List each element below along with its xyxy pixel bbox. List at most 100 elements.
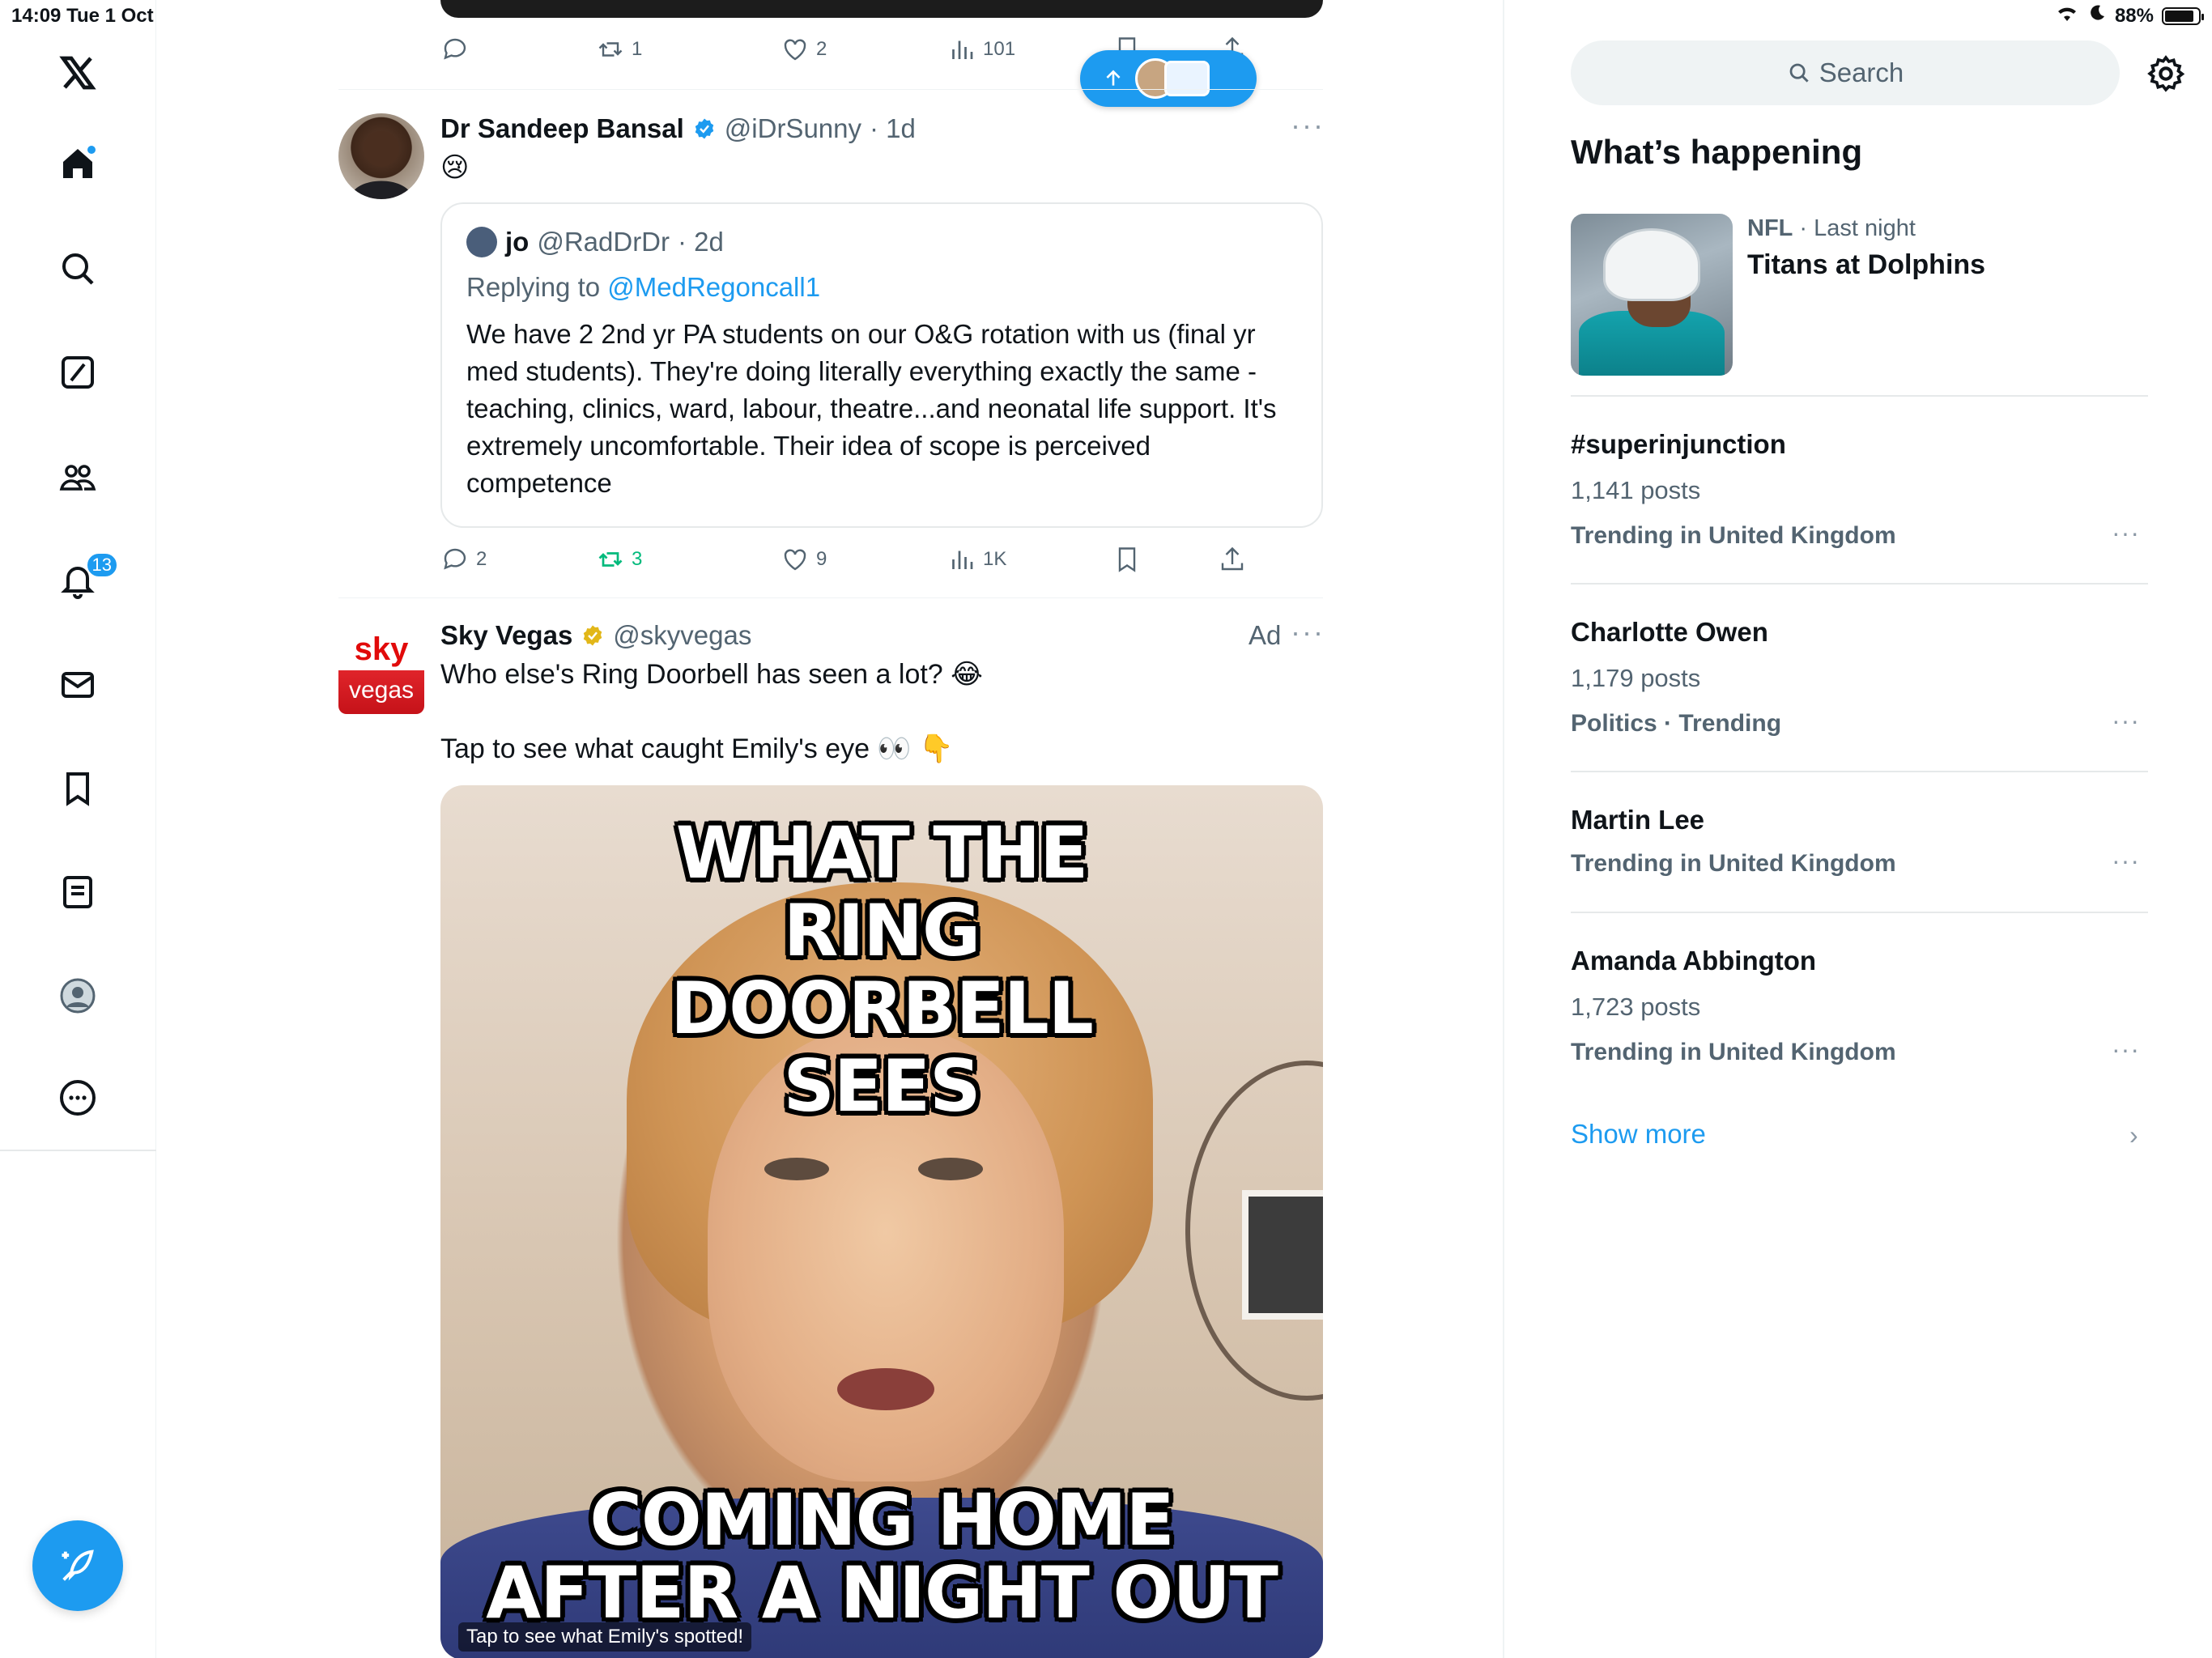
trend-more-icon[interactable]: ···: [2112, 846, 2140, 876]
video-caption: Tap to see what Emily's spotted!: [458, 1622, 752, 1652]
author-handle[interactable]: @skyvegas: [613, 620, 751, 651]
trend-post-count: 1,723 posts: [1571, 993, 1701, 1021]
home-icon[interactable]: [53, 139, 102, 188]
bookmark-icon: [1118, 547, 1136, 572]
feather-plus-icon: [62, 1550, 94, 1581]
like-count: 9: [816, 548, 827, 570]
tweet-actions: 2 3 9 1K: [440, 539, 1323, 580]
whats-happening-title: What’s happening: [1571, 133, 1863, 171]
like-button[interactable]: 9: [781, 539, 827, 580]
quote-text: We have 2 2nd yr PA students on our O&G …: [466, 319, 1277, 498]
nfl-event-title[interactable]: Titans at Dolphins: [1747, 249, 1985, 281]
tweet-text-line: Tap to see what caught Emily's eye 👀 👇: [440, 733, 954, 764]
tweet-more-icon[interactable]: ···: [1291, 108, 1325, 142]
quote-header: jo @RadDrDr · 2d: [466, 227, 724, 257]
like-button[interactable]: 2: [781, 29, 827, 70]
bookmarks-icon[interactable]: [53, 764, 102, 813]
search-icon[interactable]: [53, 244, 102, 293]
background-picture-frame: [1242, 1190, 1323, 1320]
eye: [918, 1158, 983, 1180]
author-name[interactable]: Sky Vegas: [440, 620, 572, 651]
trend-context: Trending in United Kingdom: [1571, 522, 1896, 549]
sky-vegas-logo[interactable]: sky vegas: [338, 628, 424, 714]
replying-to-link[interactable]: @MedRegoncall1: [607, 272, 820, 302]
settings-gear-icon[interactable]: [2146, 53, 2186, 94]
nfl-thumbnail[interactable]: [1571, 214, 1733, 376]
quote-author-handle: @RadDrDr: [537, 227, 670, 257]
bookmark-button[interactable]: [1112, 539, 1142, 580]
battery-icon: [2162, 6, 2204, 25]
communities-icon[interactable]: [53, 453, 102, 502]
trend-more-icon[interactable]: ···: [2112, 706, 2140, 736]
trend-more-icon[interactable]: ···: [2112, 518, 2140, 548]
divider: [338, 89, 1323, 90]
trend-name[interactable]: Amanda Abbington: [1571, 946, 1816, 976]
avatar[interactable]: [338, 113, 424, 199]
quote-replying-to: Replying to @MedRegoncall1: [466, 272, 821, 302]
ad-video[interactable]: WHAT THE RING DOORBELL SEES COMING HOME …: [440, 785, 1323, 1658]
new-posts-pill[interactable]: [1080, 50, 1257, 107]
views-button[interactable]: 1K: [947, 539, 1006, 580]
reply-button[interactable]: 2: [440, 539, 487, 580]
verified-badge-icon: [695, 118, 714, 139]
trend-more-icon[interactable]: ···: [2112, 1035, 2140, 1065]
quoted-tweet[interactable]: jo @RadDrDr · 2d Replying to @MedRegonca…: [440, 202, 1323, 528]
views-count: 1K: [983, 548, 1007, 570]
search-placeholder: Search: [1819, 57, 1904, 87]
home-unread-dot: [86, 144, 97, 155]
retweet-count: 1: [632, 38, 643, 60]
divider: [1571, 583, 2148, 585]
x-logo-icon[interactable]: [53, 49, 102, 97]
heart-icon: [784, 549, 806, 571]
divider: [1571, 912, 2148, 913]
search-input[interactable]: Search: [1571, 40, 2120, 105]
show-more-link[interactable]: Show more: [1571, 1119, 1706, 1150]
quote-author-name: jo: [505, 227, 530, 257]
retweet-button[interactable]: 3: [596, 539, 642, 580]
column-divider: [1503, 0, 1504, 1658]
trend-name[interactable]: Martin Lee: [1571, 805, 1704, 835]
compose-button[interactable]: [32, 1520, 123, 1611]
right-sidebar: Search What’s happening NFL · Last night…: [1571, 0, 2185, 1658]
views-button[interactable]: 101: [947, 29, 1015, 70]
retweet-icon: [598, 552, 623, 567]
nav-divider: [0, 1150, 156, 1151]
mouth: [837, 1368, 934, 1410]
reply-button[interactable]: [440, 29, 470, 70]
trend-name[interactable]: Charlotte Owen: [1571, 617, 1768, 648]
timeline: 1 2 101 Dr Sandeep Bansal @iDrSunny · 1d…: [338, 0, 1323, 1658]
gold-verified-badge-icon: [584, 625, 602, 646]
messages-icon[interactable]: [53, 661, 102, 709]
views-icon: [952, 551, 973, 569]
retweet-button[interactable]: 1: [596, 29, 642, 70]
previous-tweet-media[interactable]: [440, 0, 1323, 18]
logo-text-bottom: vegas: [338, 670, 424, 714]
nfl-category: NFL · Last night: [1747, 215, 1916, 241]
trend-context: Trending in United Kingdom: [1571, 1039, 1896, 1065]
share-button[interactable]: [1218, 539, 1247, 580]
heart-icon: [784, 39, 806, 61]
author-handle[interactable]: @iDrSunny: [725, 113, 861, 144]
more-options-icon[interactable]: [53, 1073, 102, 1122]
tweet-more-icon[interactable]: ···: [1291, 615, 1325, 649]
like-count: 2: [816, 38, 827, 60]
author-name[interactable]: Dr Sandeep Bansal: [440, 113, 684, 144]
retweet-count: 3: [632, 548, 643, 570]
battery-level: [2165, 10, 2193, 22]
chevron-right-icon: ›: [2129, 1120, 2138, 1150]
trend-context: Politics · Trending: [1571, 710, 1782, 737]
search-icon: [1789, 63, 1809, 83]
lists-icon[interactable]: [53, 868, 102, 916]
profile-avatar-icon[interactable]: [53, 971, 102, 1020]
meme-bottom-text-line2: AFTER A NIGHT OUT: [486, 1551, 1278, 1635]
grok-icon[interactable]: [53, 348, 102, 397]
eye: [764, 1158, 829, 1180]
tweet-header: Dr Sandeep Bansal @iDrSunny · 1d: [440, 113, 916, 144]
divider: [338, 597, 1323, 598]
quote-time: · 2d: [678, 227, 724, 257]
notifications-badge: 13: [85, 552, 118, 578]
trend-name[interactable]: #superinjunction: [1571, 429, 1786, 460]
notifications-icon[interactable]: 13: [53, 552, 118, 606]
reply-count: 2: [476, 548, 487, 570]
left-nav: 13: [0, 0, 156, 1658]
